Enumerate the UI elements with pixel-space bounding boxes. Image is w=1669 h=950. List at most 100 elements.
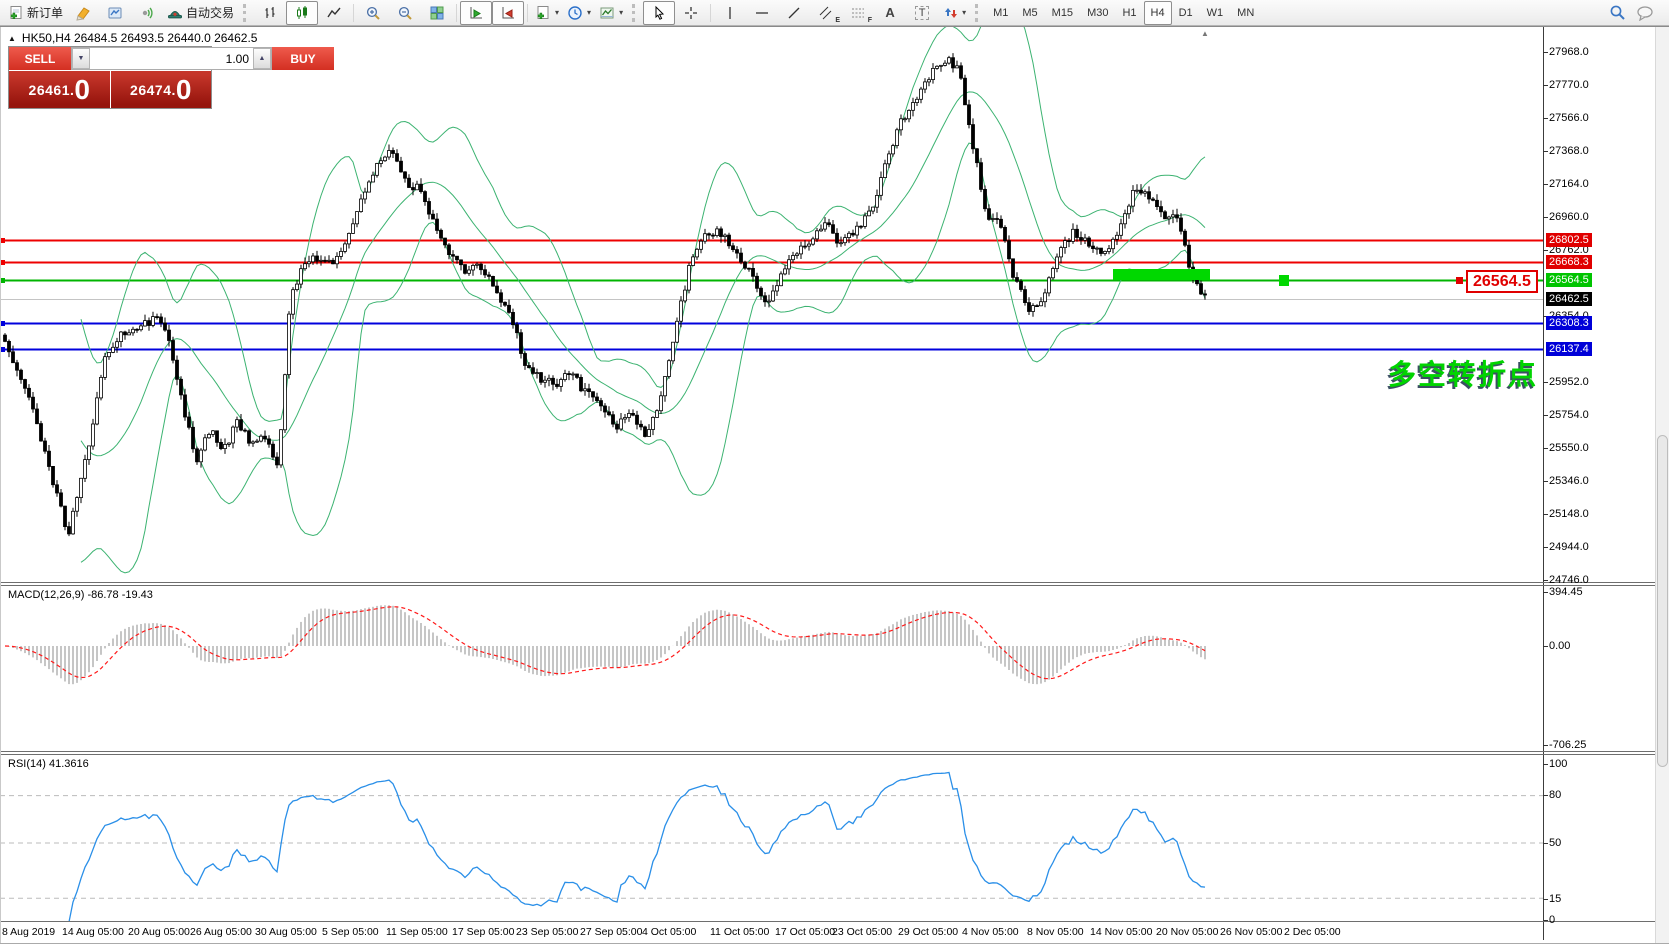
main-toolbar: 新订单 自动交易 xyxy=(0,0,1669,26)
toolbar-grip[interactable] xyxy=(243,4,249,22)
price-callout-label[interactable]: 26564.5 xyxy=(1466,270,1538,293)
candlestick-chart-button[interactable] xyxy=(286,1,318,25)
cursor-button[interactable] xyxy=(643,1,675,25)
vertical-line-icon xyxy=(722,5,738,21)
timeframe-button-M1[interactable]: M1 xyxy=(986,1,1015,25)
trendline-button[interactable] xyxy=(778,1,810,25)
one-click-trade-panel: SELL ▼ ▲ BUY 26461.0 26474.0 xyxy=(8,46,212,109)
timeframe-button-D1[interactable]: D1 xyxy=(1172,1,1200,25)
zoom-out-icon xyxy=(397,5,413,21)
date-axis-label: 23 Sep 05:00 xyxy=(516,926,578,938)
vertical-scrollbar[interactable] xyxy=(1655,27,1669,943)
chart-position-marker: ▲ xyxy=(1201,29,1209,38)
highlighter-button[interactable] xyxy=(67,1,99,25)
timeframe-button-M30[interactable]: M30 xyxy=(1080,1,1115,25)
volume-input[interactable] xyxy=(90,48,253,69)
templates-button[interactable]: ▾ xyxy=(595,1,627,25)
price-axis-tick: 25148.0 xyxy=(1549,508,1589,520)
fibonacci-icon xyxy=(850,5,866,21)
timeframe-button-H4[interactable]: H4 xyxy=(1144,1,1172,25)
rsi-layer xyxy=(0,773,1543,923)
timeframe-button-M5[interactable]: M5 xyxy=(1015,1,1044,25)
price-axis-tick: 25550.0 xyxy=(1549,442,1589,454)
sell-button[interactable]: SELL xyxy=(9,47,71,70)
buy-price-main: 26474 xyxy=(130,82,171,98)
volume-decrease-button[interactable]: ▼ xyxy=(72,48,90,69)
chart-ohlc-title: ▲ HK50,H4 26484.5 26493.5 26440.0 26462.… xyxy=(8,31,257,45)
cursor-icon xyxy=(651,5,667,21)
line-chart-icon xyxy=(326,5,342,21)
price-axis-tick: 24944.0 xyxy=(1549,541,1589,553)
main-chart-layer xyxy=(0,0,1543,573)
turning-point-annotation[interactable]: 多空转折点 xyxy=(1388,353,1538,393)
date-axis-label: 5 Sep 05:00 xyxy=(322,926,379,938)
buy-price[interactable]: 26474.0 xyxy=(111,71,212,108)
text-tool-button[interactable]: A xyxy=(874,1,906,25)
chart-canvas[interactable] xyxy=(0,0,1669,950)
toolbar-separator xyxy=(353,4,354,22)
scrollbar-thumb[interactable] xyxy=(1657,435,1668,767)
new-chart-icon xyxy=(535,5,551,21)
chevron-down-icon: ▾ xyxy=(587,8,591,17)
fibonacci-button[interactable]: F xyxy=(842,1,874,25)
price-axis-tick: 26960.0 xyxy=(1549,211,1589,223)
profiles-button[interactable] xyxy=(99,1,131,25)
periods-button[interactable]: ▾ xyxy=(563,1,595,25)
equidistant-channel-button[interactable]: E xyxy=(810,1,842,25)
tile-windows-button[interactable] xyxy=(421,1,453,25)
fibonacci-letter: F xyxy=(868,17,872,24)
auto-scroll-button[interactable] xyxy=(460,1,492,25)
trendline-icon xyxy=(786,5,802,21)
timeframe-button-MN[interactable]: MN xyxy=(1230,1,1261,25)
clock-icon xyxy=(567,5,583,21)
price-axis-tick: 27368.0 xyxy=(1549,145,1589,157)
vertical-line-button[interactable] xyxy=(714,1,746,25)
toolbar-grip[interactable] xyxy=(632,4,638,22)
auto-trading-button[interactable]: 自动交易 xyxy=(163,1,238,25)
arrows-button[interactable]: ▾ xyxy=(938,1,970,25)
bar-chart-button[interactable] xyxy=(254,1,286,25)
zoom-out-button[interactable] xyxy=(389,1,421,25)
chat-icon[interactable] xyxy=(1636,5,1655,21)
template-icon xyxy=(599,5,615,21)
date-axis-label: 14 Aug 05:00 xyxy=(62,926,124,938)
crosshair-button[interactable] xyxy=(675,1,707,25)
buy-price-big-digit: 0 xyxy=(176,76,192,104)
new-chart-button[interactable]: ▾ xyxy=(531,1,563,25)
rsi-axis-tick: 80 xyxy=(1549,789,1561,801)
date-axis-label: 26 Nov 05:00 xyxy=(1220,926,1282,938)
price-axis-tick: 25346.0 xyxy=(1549,475,1589,487)
timeframe-button-W1[interactable]: W1 xyxy=(1200,1,1231,25)
sell-price[interactable]: 26461.0 xyxy=(9,71,110,108)
buy-button[interactable]: BUY xyxy=(272,47,334,70)
collapse-icon[interactable]: ▲ xyxy=(8,34,16,43)
text-label-button[interactable]: T xyxy=(906,1,938,25)
price-axis-tick: 27164.0 xyxy=(1549,178,1589,190)
tile-windows-icon xyxy=(429,5,445,21)
toolbar-grip[interactable] xyxy=(975,4,981,22)
line-chart-button[interactable] xyxy=(318,1,350,25)
date-axis-label: 17 Sep 05:00 xyxy=(452,926,514,938)
price-axis-tick: 27968.0 xyxy=(1549,46,1589,58)
timeframe-button-M15[interactable]: M15 xyxy=(1045,1,1080,25)
price-axis-tick: 24746.0 xyxy=(1549,574,1589,586)
new-order-button[interactable]: 新订单 xyxy=(4,1,67,25)
date-axis-label: 8 Aug 2019 xyxy=(2,926,55,938)
channel-icon xyxy=(818,5,834,21)
volume-increase-button[interactable]: ▲ xyxy=(253,48,271,69)
rsi-axis-tick: 0 xyxy=(1549,914,1555,926)
timeframe-button-H1[interactable]: H1 xyxy=(1115,1,1143,25)
sell-price-main: 26461 xyxy=(29,82,70,98)
zoom-in-button[interactable] xyxy=(357,1,389,25)
chart-shift-button[interactable] xyxy=(492,1,524,25)
horizontal-line-icon xyxy=(754,5,770,21)
broadcast-button[interactable] xyxy=(131,1,163,25)
toolbar-separator xyxy=(527,4,528,22)
highlighter-icon xyxy=(75,5,91,21)
date-axis-label: 23 Oct 05:00 xyxy=(832,926,892,938)
channel-letter: E xyxy=(835,17,840,24)
horizontal-line-button[interactable] xyxy=(746,1,778,25)
search-icon[interactable] xyxy=(1609,4,1626,21)
macd-axis-tick: 0.00 xyxy=(1549,640,1570,652)
macd-indicator-label: MACD(12,26,9) -86.78 -19.43 xyxy=(8,589,153,601)
